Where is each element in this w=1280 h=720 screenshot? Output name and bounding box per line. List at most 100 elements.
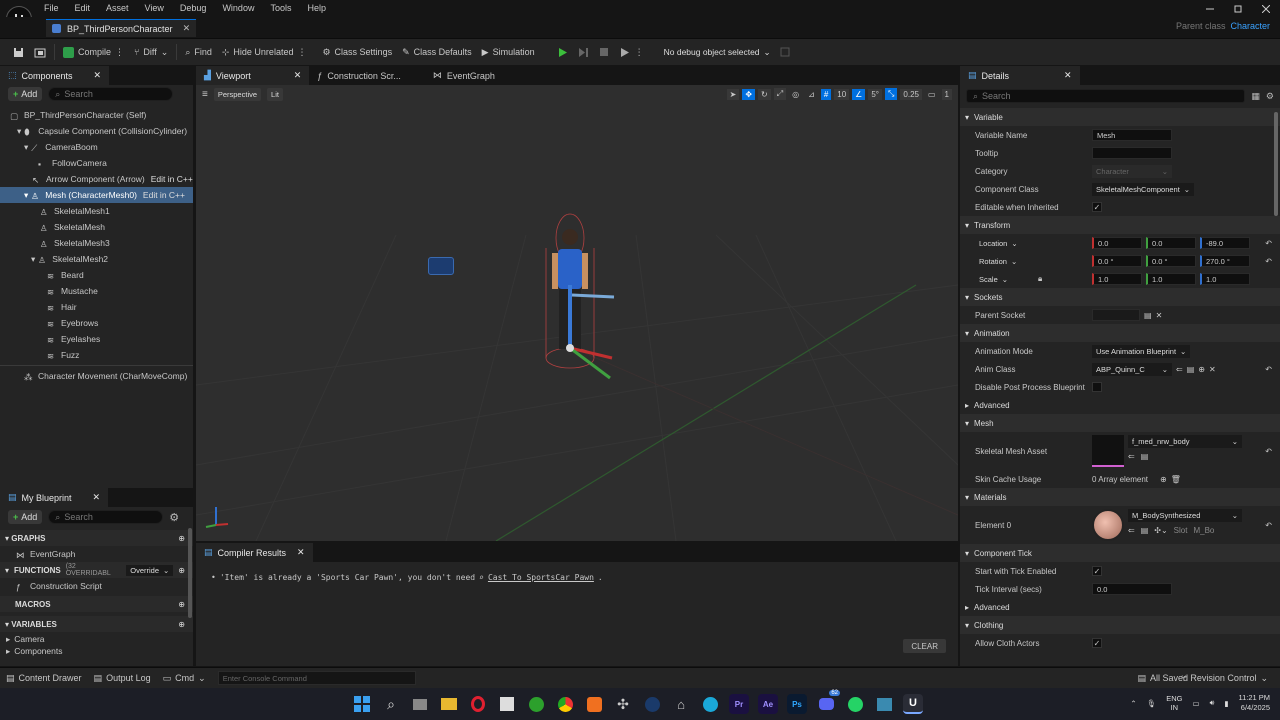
tree-item-selected[interactable]: ▾ ♙ Mesh (CharacterMesh0) Edit in C++	[0, 187, 193, 203]
mesh-thumbnail[interactable]	[1092, 435, 1124, 467]
section-component-tick[interactable]: ▾ Component Tick	[960, 544, 1280, 562]
maximize-icon[interactable]	[1224, 0, 1252, 17]
location-z-field[interactable]: -89.0	[1200, 237, 1250, 249]
parent-class-value[interactable]: Character	[1230, 21, 1270, 31]
windows-start-icon[interactable]	[352, 694, 372, 714]
expand-arrow-icon[interactable]: ▾	[31, 254, 35, 265]
menu-help[interactable]: Help	[299, 3, 334, 13]
parent-socket-field[interactable]	[1092, 309, 1140, 321]
menu-asset[interactable]: Asset	[98, 3, 137, 13]
camera-speed-icon[interactable]: ▭	[925, 89, 939, 100]
edit-in-cpp-link[interactable]: Edit in C++	[143, 190, 185, 200]
location-dropdown[interactable]: Location ⌄	[975, 237, 1022, 250]
expand-arrow-icon[interactable]: ▾	[17, 126, 21, 137]
reset-icon[interactable]: ↶	[1265, 365, 1272, 374]
step-button[interactable]	[573, 42, 594, 62]
edge-icon[interactable]	[700, 694, 720, 714]
allow-cloth-checkbox[interactable]: ✓	[1092, 638, 1102, 648]
menu-view[interactable]: View	[137, 3, 172, 13]
battery-icon[interactable]: ▮	[1224, 699, 1228, 708]
rotate-mode-icon[interactable]: ↻	[758, 88, 771, 100]
function-item-construction-script[interactable]: ƒ Construction Script	[0, 578, 193, 594]
tick-enabled-checkbox[interactable]: ✓	[1092, 566, 1102, 576]
tab-my-blueprint[interactable]: ▤ My Blueprint ✕	[0, 488, 109, 507]
close-tab-icon[interactable]: ✕	[183, 23, 191, 34]
tree-item[interactable]: ≋ Mustache	[0, 283, 193, 299]
tree-item[interactable]: ▪ FollowCamera	[0, 155, 193, 171]
clear-button[interactable]: CLEAR	[903, 639, 946, 653]
eject-button[interactable]	[614, 42, 635, 62]
components-search-input[interactable]: ⌕ Search	[48, 87, 174, 101]
rotation-dropdown[interactable]: Rotation ⌄	[975, 255, 1021, 268]
add-circle-icon[interactable]: ⊕	[178, 534, 185, 543]
add-circle-icon[interactable]: ⊕	[178, 600, 185, 609]
rotation-snap-icon[interactable]: ∠	[852, 88, 866, 100]
tab-viewport[interactable]: ▟ Viewport ✕	[196, 66, 310, 85]
hamburger-menu-icon[interactable]: ≡	[202, 89, 208, 100]
browse-socket-icon[interactable]: ▤	[1144, 311, 1152, 320]
console-input[interactable]: Enter Console Command	[217, 671, 416, 685]
add-circle-icon[interactable]: ⊕	[178, 566, 185, 575]
chrome-icon[interactable]	[555, 694, 575, 714]
class-settings-button[interactable]: ⚙ Class Settings	[317, 42, 397, 62]
translate-mode-icon[interactable]: ✥	[742, 88, 756, 100]
world-space-icon[interactable]: ◎	[789, 89, 802, 100]
rotation-snap-value[interactable]: 5°	[868, 88, 882, 100]
material-dropdown[interactable]: M_BodySynthesized ⌄	[1128, 509, 1242, 522]
rotation-y-field[interactable]: 0.0 °	[1146, 255, 1196, 267]
section-mesh[interactable]: ▾ Mesh	[960, 414, 1280, 432]
scale-snap-icon[interactable]: ⤡	[885, 88, 898, 100]
grid-snap-icon[interactable]: #	[820, 88, 832, 100]
editable-checkbox[interactable]: ✓	[1092, 202, 1102, 212]
tree-item[interactable]: ♙ SkeletalMesh1	[0, 203, 193, 219]
perspective-dropdown[interactable]: Perspective	[213, 88, 262, 101]
scale-x-field[interactable]: 1.0	[1092, 273, 1142, 285]
tree-item[interactable]: ▾ ♙ SkeletalMesh2	[0, 251, 193, 267]
close-tab-icon[interactable]: ✕	[297, 547, 305, 558]
browse-button[interactable]	[29, 42, 51, 62]
tree-item[interactable]: ≋ Fuzz	[0, 347, 193, 363]
after-effects-icon[interactable]: Ae	[758, 694, 778, 714]
language-indicator[interactable]: ENG IN	[1166, 694, 1182, 712]
premiere-icon[interactable]: Pr	[729, 694, 749, 714]
variable-name-field[interactable]: Mesh	[1092, 129, 1172, 141]
hide-unrelated-button[interactable]: ⊹ Hide Unrelated ⋮	[217, 42, 312, 62]
tab-components[interactable]: ⬚ Components ✕	[0, 66, 110, 85]
tree-item[interactable]: ▾ ⬮ Capsule Component (CollisionCylinder)	[0, 123, 193, 139]
steam-icon[interactable]	[642, 694, 662, 714]
menu-file[interactable]: File	[36, 3, 67, 13]
network-icon[interactable]: ▭	[1192, 699, 1199, 708]
slot-value[interactable]: M_Bo	[1193, 526, 1214, 535]
clear-socket-icon[interactable]: ✕	[1156, 311, 1163, 320]
section-clothing[interactable]: ▾ Clothing	[960, 616, 1280, 634]
viewport[interactable]: ≡ Perspective Lit ➤ ✥ ↻ ⤢ ◎ ⊿ # 10 ∠ 5° …	[196, 85, 958, 541]
tree-item[interactable]: ▾ ⟋ CameraBoom	[0, 139, 193, 155]
message-link[interactable]: Cast To SportsCar_Pawn	[488, 573, 594, 582]
use-selected-icon[interactable]: ⇐	[1176, 365, 1183, 374]
reset-icon[interactable]: ↶	[1265, 521, 1272, 530]
scale-dropdown[interactable]: Scale ⌄	[975, 273, 1012, 286]
expand-arrow-icon[interactable]: ▾	[24, 142, 28, 153]
simulation-button[interactable]: ▶ Simulation	[477, 42, 540, 62]
browse-icon[interactable]: ▤	[1187, 365, 1195, 374]
add-member-button[interactable]: + Add	[8, 510, 43, 524]
edit-in-cpp-link[interactable]: Edit in C++	[151, 174, 193, 184]
menu-window[interactable]: Window	[214, 3, 262, 13]
material-thumbnail[interactable]	[1092, 509, 1124, 541]
chevron-up-icon[interactable]: ⌃	[1130, 699, 1136, 708]
clock[interactable]: 11:21 PM 6/4/2025	[1238, 693, 1270, 713]
debug-filter-button[interactable]	[775, 42, 795, 62]
character-mesh[interactable]	[532, 213, 642, 388]
add-circle-icon[interactable]: ⊕	[178, 620, 185, 629]
tab-compiler-results[interactable]: ▤ Compiler Results ✕	[196, 543, 313, 562]
browse-icon[interactable]: ▤	[1141, 526, 1149, 535]
anim-class-dropdown[interactable]: ABP_Quinn_C ⌄	[1092, 362, 1172, 376]
scale-z-field[interactable]: 1.0	[1200, 273, 1250, 285]
use-selected-icon[interactable]: ⇐	[1128, 526, 1135, 535]
menu-edit[interactable]: Edit	[67, 3, 99, 13]
compile-button[interactable]: Compile ⋮	[58, 42, 129, 62]
macros-section[interactable]: MACROS ⊕	[0, 596, 193, 612]
panel-scrollbar[interactable]	[188, 528, 192, 618]
functions-section[interactable]: ▾ FUNCTIONS (32 OVERRIDABL Override ⌄ ⊕	[0, 562, 193, 578]
animation-mode-dropdown[interactable]: Use Animation Blueprint ⌄	[1092, 344, 1191, 358]
